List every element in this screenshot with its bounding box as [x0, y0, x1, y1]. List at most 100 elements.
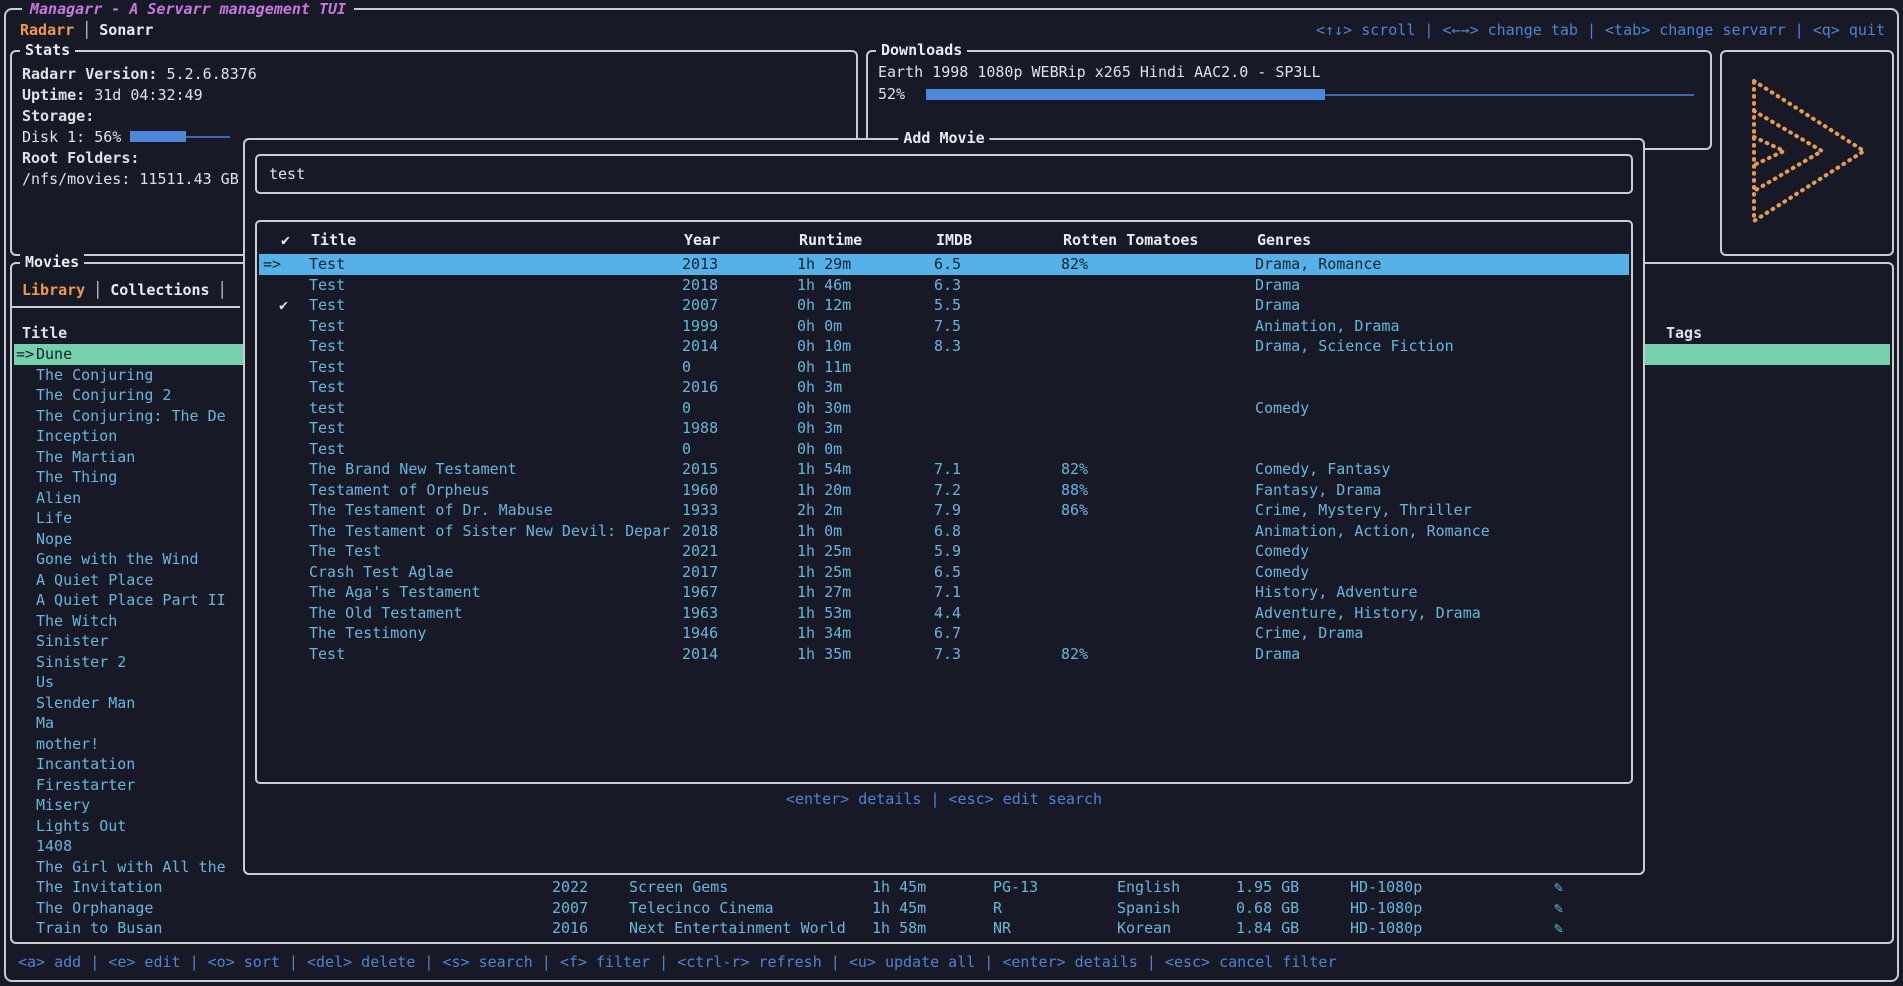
result-imdb: 7.1 [934, 459, 961, 480]
movie-runtime: 1h 45m [872, 877, 926, 898]
result-title: Test [309, 357, 345, 378]
search-result-row[interactable]: The Testament of Sister New Devil: Depar… [259, 521, 1629, 542]
result-imdb: 7.9 [934, 500, 961, 521]
search-result-row[interactable]: Test19880h 3m [259, 418, 1629, 439]
search-result-row[interactable]: Test20141h 35m7.382%Drama [259, 644, 1629, 665]
result-rotten-tomatoes: 82% [1061, 644, 1088, 665]
movie-runtime: 1h 58m [872, 918, 926, 939]
search-result-row[interactable]: The Test20211h 25m5.9Comedy [259, 541, 1629, 562]
result-year: 2018 [682, 521, 718, 542]
result-title: Test [309, 336, 345, 357]
search-result-row[interactable]: =>Test20131h 29m6.582%Drama, Romance [259, 254, 1629, 275]
movie-title: The Conjuring 2 [36, 385, 171, 406]
result-runtime: 1h 20m [797, 480, 851, 501]
result-genres: Drama, Science Fiction [1255, 336, 1454, 357]
tag-icon: ✎ [1554, 877, 1563, 898]
search-result-row[interactable]: Testament of Orpheus19601h 20m7.288%Fant… [259, 480, 1629, 501]
result-imdb: 5.5 [934, 295, 961, 316]
movie-certification: PG-13 [993, 877, 1038, 898]
result-year: 1946 [682, 623, 718, 644]
movie-language: Korean [1117, 918, 1171, 939]
download-progress-gauge [926, 88, 1694, 102]
movie-runtime: 1h 45m [872, 898, 926, 919]
result-title: The Brand New Testament [309, 459, 517, 480]
search-result-row[interactable]: Test00h 0m [259, 439, 1629, 460]
result-genres: Drama [1255, 275, 1300, 296]
result-runtime: 1h 27m [797, 582, 851, 603]
movie-title: The Witch [36, 611, 117, 632]
result-year: 0 [682, 357, 691, 378]
result-imdb: 6.3 [934, 275, 961, 296]
downloads-panel: Downloads Earth 1998 1080p WEBRip x265 H… [866, 50, 1712, 150]
result-year: 2016 [682, 377, 718, 398]
logo-panel [1720, 50, 1894, 256]
result-genres: Drama [1255, 295, 1300, 316]
result-runtime: 2h 2m [797, 500, 842, 521]
search-result-row[interactable]: Test20140h 10m8.3Drama, Science Fiction [259, 336, 1629, 357]
result-year: 1963 [682, 603, 718, 624]
search-result-row[interactable]: Test 2016 0h 3m [259, 377, 1629, 398]
result-genres: Comedy [1255, 398, 1309, 419]
radarr-version-line: Radarr Version: 5.2.6.8376 [22, 64, 257, 85]
movie-title: The Conjuring [36, 365, 153, 386]
result-year: 2013 [682, 254, 718, 275]
disk-usage-gauge [130, 130, 230, 144]
movies-keybind-help: <a> add | <e> edit | <o> sort | <del> de… [18, 951, 1337, 973]
search-result-row[interactable]: The Old Testament19631h 53m4.4Adventure,… [259, 603, 1629, 624]
movie-title: Firestarter [36, 775, 135, 796]
result-runtime: 1h 25m [797, 562, 851, 583]
movie-search-box [255, 154, 1633, 194]
result-title: Test [309, 275, 345, 296]
movie-search-input[interactable] [257, 156, 1631, 192]
result-runtime: 0h 3m [797, 377, 842, 398]
movie-title: Life [36, 508, 72, 529]
result-year: 2017 [682, 562, 718, 583]
movie-title: Nope [36, 529, 72, 550]
search-result-row[interactable]: Test00h 11m [259, 357, 1629, 378]
radarr-version-label: Radarr Version: [22, 65, 157, 83]
search-result-row[interactable]: ✔Test20070h 12m5.5Drama [259, 295, 1629, 316]
result-title: The Aga's Testament [309, 582, 481, 603]
search-result-row[interactable]: The Testament of Dr. Mabuse19332h 2m7.98… [259, 500, 1629, 521]
result-genres: Comedy [1255, 541, 1309, 562]
movie-certification: R [993, 898, 1002, 919]
search-result-row[interactable]: The Brand New Testament20151h 54m7.182%C… [259, 459, 1629, 480]
search-result-row[interactable]: Crash Test Aglae20171h 25m6.5Comedy [259, 562, 1629, 583]
movie-certification: NR [993, 918, 1011, 939]
result-genres: Animation, Drama [1255, 316, 1400, 337]
tab-sonarr[interactable]: Sonarr [99, 21, 153, 39]
result-imdb: 8.3 [934, 336, 961, 357]
search-result-row[interactable]: Test20181h 46m6.3Drama [259, 275, 1629, 296]
result-year: 2021 [682, 541, 718, 562]
uptime-line: Uptime: 31d 04:32:49 [22, 85, 203, 106]
add-movie-popup-title: Add Movie [898, 128, 989, 148]
download-progress-fill [926, 89, 1325, 100]
result-year: 2015 [682, 459, 718, 480]
search-result-row[interactable]: The Aga's Testament19671h 27m7.1History,… [259, 582, 1629, 603]
tab-radarr[interactable]: Radarr [20, 21, 74, 39]
search-result-row[interactable]: The Testimony19461h 34m6.7Crime, Drama [259, 623, 1629, 644]
result-genres: Animation, Action, Romance [1255, 521, 1490, 542]
disk-usage-gauge-fill [130, 131, 186, 142]
servarr-tab-bar: Radarr│Sonarr [20, 20, 161, 41]
downloads-panel-title: Downloads [876, 40, 967, 60]
search-result-row[interactable]: Test19990h 0m7.5Animation, Drama [259, 316, 1629, 337]
result-title: Crash Test Aglae [309, 562, 454, 583]
result-year: 2014 [682, 644, 718, 665]
result-title: Test [309, 377, 345, 398]
result-imdb: 6.5 [934, 254, 961, 275]
movie-title: Dune [36, 344, 72, 365]
movie-title: Sinister 2 [36, 652, 126, 673]
result-runtime: 1h 53m [797, 603, 851, 624]
result-year: 2014 [682, 336, 718, 357]
managarr-app: Managarr - A Servarr management TUI Rada… [0, 0, 1903, 986]
tag-icon: ✎ [1554, 898, 1563, 919]
result-year: 2007 [682, 295, 718, 316]
result-runtime: 0h 0m [797, 439, 842, 460]
result-year: 1999 [682, 316, 718, 337]
movie-title: Alien [36, 488, 81, 509]
result-year: 1933 [682, 500, 718, 521]
search-result-row[interactable]: test00h 30mComedy [259, 398, 1629, 419]
result-title: The Test [309, 541, 381, 562]
movie-title: The Thing [36, 467, 117, 488]
